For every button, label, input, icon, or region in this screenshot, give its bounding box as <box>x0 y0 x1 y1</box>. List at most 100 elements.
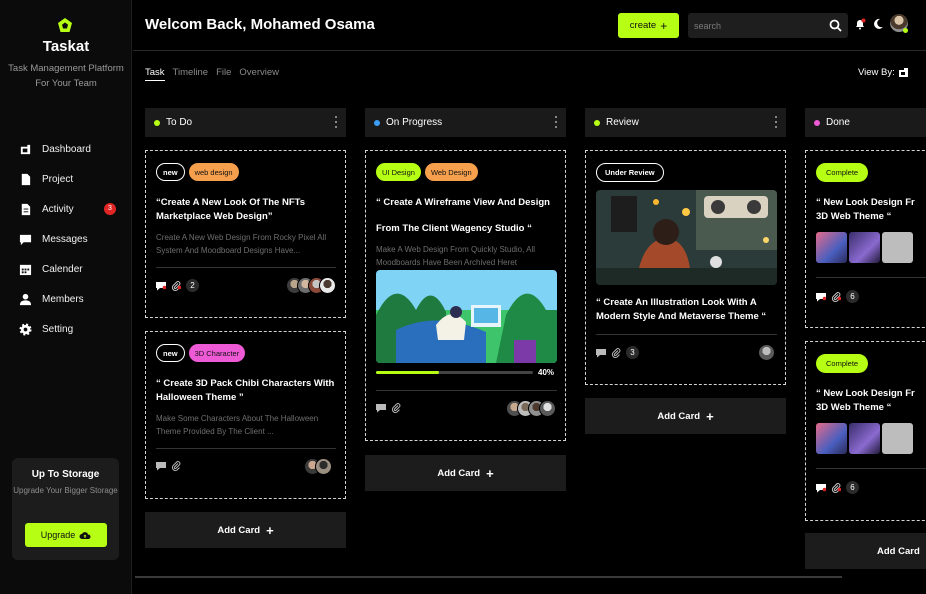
assignee-avatars <box>506 400 556 417</box>
comment-icon[interactable] <box>596 348 606 358</box>
activity-icon <box>18 202 32 216</box>
sidebar-item-calender[interactable]: Calender <box>0 254 132 284</box>
avatar[interactable] <box>315 458 332 475</box>
plus-icon: + <box>486 465 494 481</box>
tab-task[interactable]: Task <box>145 67 165 81</box>
column-title: On Progress <box>386 117 443 128</box>
search-input[interactable] <box>694 18 824 33</box>
bell-icon[interactable] <box>854 18 866 30</box>
add-card-label: Add Card <box>877 545 920 557</box>
storage-subtitle: Upgrade Your Bigger Storage <box>13 486 118 495</box>
sidebar-item-project[interactable]: Project <box>0 164 132 194</box>
create-button[interactable]: create + <box>618 13 679 38</box>
column-header-on-progress: On Progress <box>365 108 566 137</box>
tag-new: new <box>156 163 185 181</box>
card-title-continued: From The Client Wagency Studio “ <box>376 223 532 234</box>
assignee-avatars <box>758 344 775 361</box>
comment-icon[interactable] <box>156 281 166 291</box>
comment-icon[interactable] <box>816 292 826 302</box>
task-card[interactable]: new 3D Character “ Create 3D Pack Chibi … <box>145 331 346 499</box>
tag-web-design: web design <box>188 163 239 181</box>
sidebar-item-dashboard[interactable]: Dashboard <box>0 134 132 164</box>
paperclip-icon[interactable] <box>171 461 181 471</box>
more-options-icon[interactable] <box>335 116 338 128</box>
paperclip-icon[interactable] <box>391 403 401 413</box>
thumbnail[interactable] <box>816 232 847 263</box>
progress-fill <box>376 371 439 374</box>
board-view-icon <box>898 68 908 77</box>
more-options-icon[interactable] <box>555 116 558 128</box>
horizontal-scrollbar[interactable] <box>135 576 842 578</box>
moon-icon[interactable] <box>872 18 884 30</box>
add-card-button[interactable]: Add Card + <box>585 398 786 434</box>
sidebar-item-label: Calender <box>42 263 83 275</box>
card-tags: Complete <box>816 163 869 182</box>
tag-new: new <box>156 344 185 362</box>
task-card[interactable]: Complete “ New Look Design Fr 3D Web The… <box>805 341 926 521</box>
card-divider <box>156 448 336 449</box>
status-dot <box>814 119 820 126</box>
column-header-review: Review <box>585 108 786 137</box>
view-tabs: Task Timeline File Overview <box>145 67 279 81</box>
thumbnail[interactable] <box>882 232 913 263</box>
avatar[interactable] <box>319 277 336 294</box>
card-divider <box>816 468 926 469</box>
thumbnail[interactable] <box>849 423 880 454</box>
card-title: “ Create 3D Pack Chibi Characters With H… <box>156 378 335 403</box>
add-card-button[interactable]: Add Card + <box>365 455 566 491</box>
comment-icon[interactable] <box>376 403 386 413</box>
attachment-thumbnails <box>816 423 913 454</box>
card-tags: new web design <box>156 163 239 181</box>
tab-timeline[interactable]: Timeline <box>173 67 209 81</box>
progress-label: 40% <box>538 368 555 377</box>
card-tags: Under Review <box>596 163 664 182</box>
comment-count: 2 <box>186 279 199 292</box>
create-label: create <box>629 20 657 31</box>
task-card[interactable]: Under Review “ Create An Illustration Lo… <box>585 150 786 385</box>
card-description: Make Some Characters About The Halloween… <box>156 414 319 436</box>
paperclip-icon[interactable] <box>611 347 621 358</box>
search-icon[interactable] <box>829 19 842 32</box>
column-title: To Do <box>166 117 193 128</box>
sidebar-item-setting[interactable]: Setting <box>0 314 132 344</box>
cloud-upload-icon <box>79 531 91 539</box>
column-header-todo: To Do <box>145 108 346 137</box>
gear-icon <box>18 322 32 336</box>
card-title: “ New Look Design Fr 3D Web Theme “ <box>816 388 915 413</box>
calendar-icon <box>18 262 32 276</box>
sidebar-item-label: Dashboard <box>42 143 91 155</box>
comment-icon[interactable] <box>816 483 826 493</box>
thumbnail[interactable] <box>882 423 913 454</box>
task-card[interactable]: new web design “Create A New Look Of The… <box>145 150 346 318</box>
card-description: Make A Web Design From Quickly Studio, A… <box>376 245 536 267</box>
column-title: Done <box>826 117 850 128</box>
tab-file[interactable]: File <box>216 67 231 81</box>
add-card-button[interactable]: Add Card + <box>145 512 346 548</box>
plus-icon: + <box>706 408 714 424</box>
view-by-control[interactable]: View By: <box>858 67 908 78</box>
avatar[interactable] <box>758 344 775 361</box>
upgrade-button[interactable]: Upgrade <box>25 523 107 547</box>
sidebar-item-messages[interactable]: Messages <box>0 224 132 254</box>
thumbnail[interactable] <box>816 423 847 454</box>
tab-overview[interactable]: Overview <box>239 67 279 81</box>
task-card[interactable]: Complete “ New Look Design Fr 3D Web The… <box>805 150 926 328</box>
paperclip-icon[interactable] <box>171 280 181 291</box>
task-card[interactable]: UI Design Web Design “ Create A Wirefram… <box>365 150 566 441</box>
tag-under-review: Under Review <box>596 163 664 182</box>
comment-count: 3 <box>626 346 639 359</box>
status-dot <box>374 119 380 126</box>
tag-complete: Complete <box>816 163 869 182</box>
more-options-icon[interactable] <box>775 116 778 128</box>
add-card-button[interactable]: Add Card <box>805 533 926 569</box>
sidebar-item-activity[interactable]: Activity 3 <box>0 194 132 224</box>
avatar[interactable] <box>539 400 556 417</box>
comment-icon[interactable] <box>156 461 166 471</box>
paperclip-icon[interactable] <box>831 482 841 493</box>
search-box <box>688 13 848 38</box>
paperclip-icon[interactable] <box>831 291 841 302</box>
thumbnail[interactable] <box>849 232 880 263</box>
sidebar-item-members[interactable]: Members <box>0 284 132 314</box>
storage-title: Up To Storage <box>31 469 100 480</box>
status-dot <box>594 119 600 126</box>
